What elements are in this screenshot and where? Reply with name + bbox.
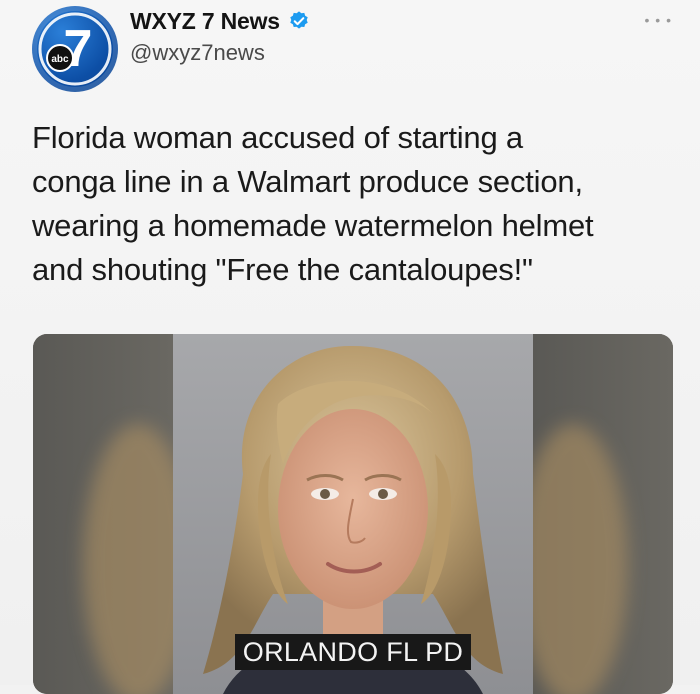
tweet-text: Florida woman accused of starting a cong… [32, 116, 672, 292]
avatar-badge: abc [51, 54, 69, 65]
station-logo-icon: 7 abc [38, 12, 112, 86]
tweet-media[interactable]: ORLANDO FL PD [33, 334, 673, 694]
tweet-card: 7 abc WXYZ 7 News @wxyz7news • • • Flori… [0, 0, 700, 694]
account-handle[interactable]: @wxyz7news [130, 40, 265, 66]
tweet-text-line: Florida woman accused of starting a [32, 120, 523, 155]
tweet-text-line: and shouting "Free the cantaloupes!" [32, 252, 533, 287]
tweet-text-line: conga line in a Walmart produce section, [32, 164, 583, 199]
mugshot-photo [33, 334, 673, 694]
more-options-icon[interactable]: • • • [645, 12, 672, 28]
verified-badge-icon [290, 11, 308, 29]
tweet-text-line: wearing a homemade watermelon helmet [32, 208, 594, 243]
display-name[interactable]: WXYZ 7 News [130, 8, 280, 35]
avatar[interactable]: 7 abc [32, 6, 118, 92]
display-name-row: WXYZ 7 News [130, 6, 310, 36]
